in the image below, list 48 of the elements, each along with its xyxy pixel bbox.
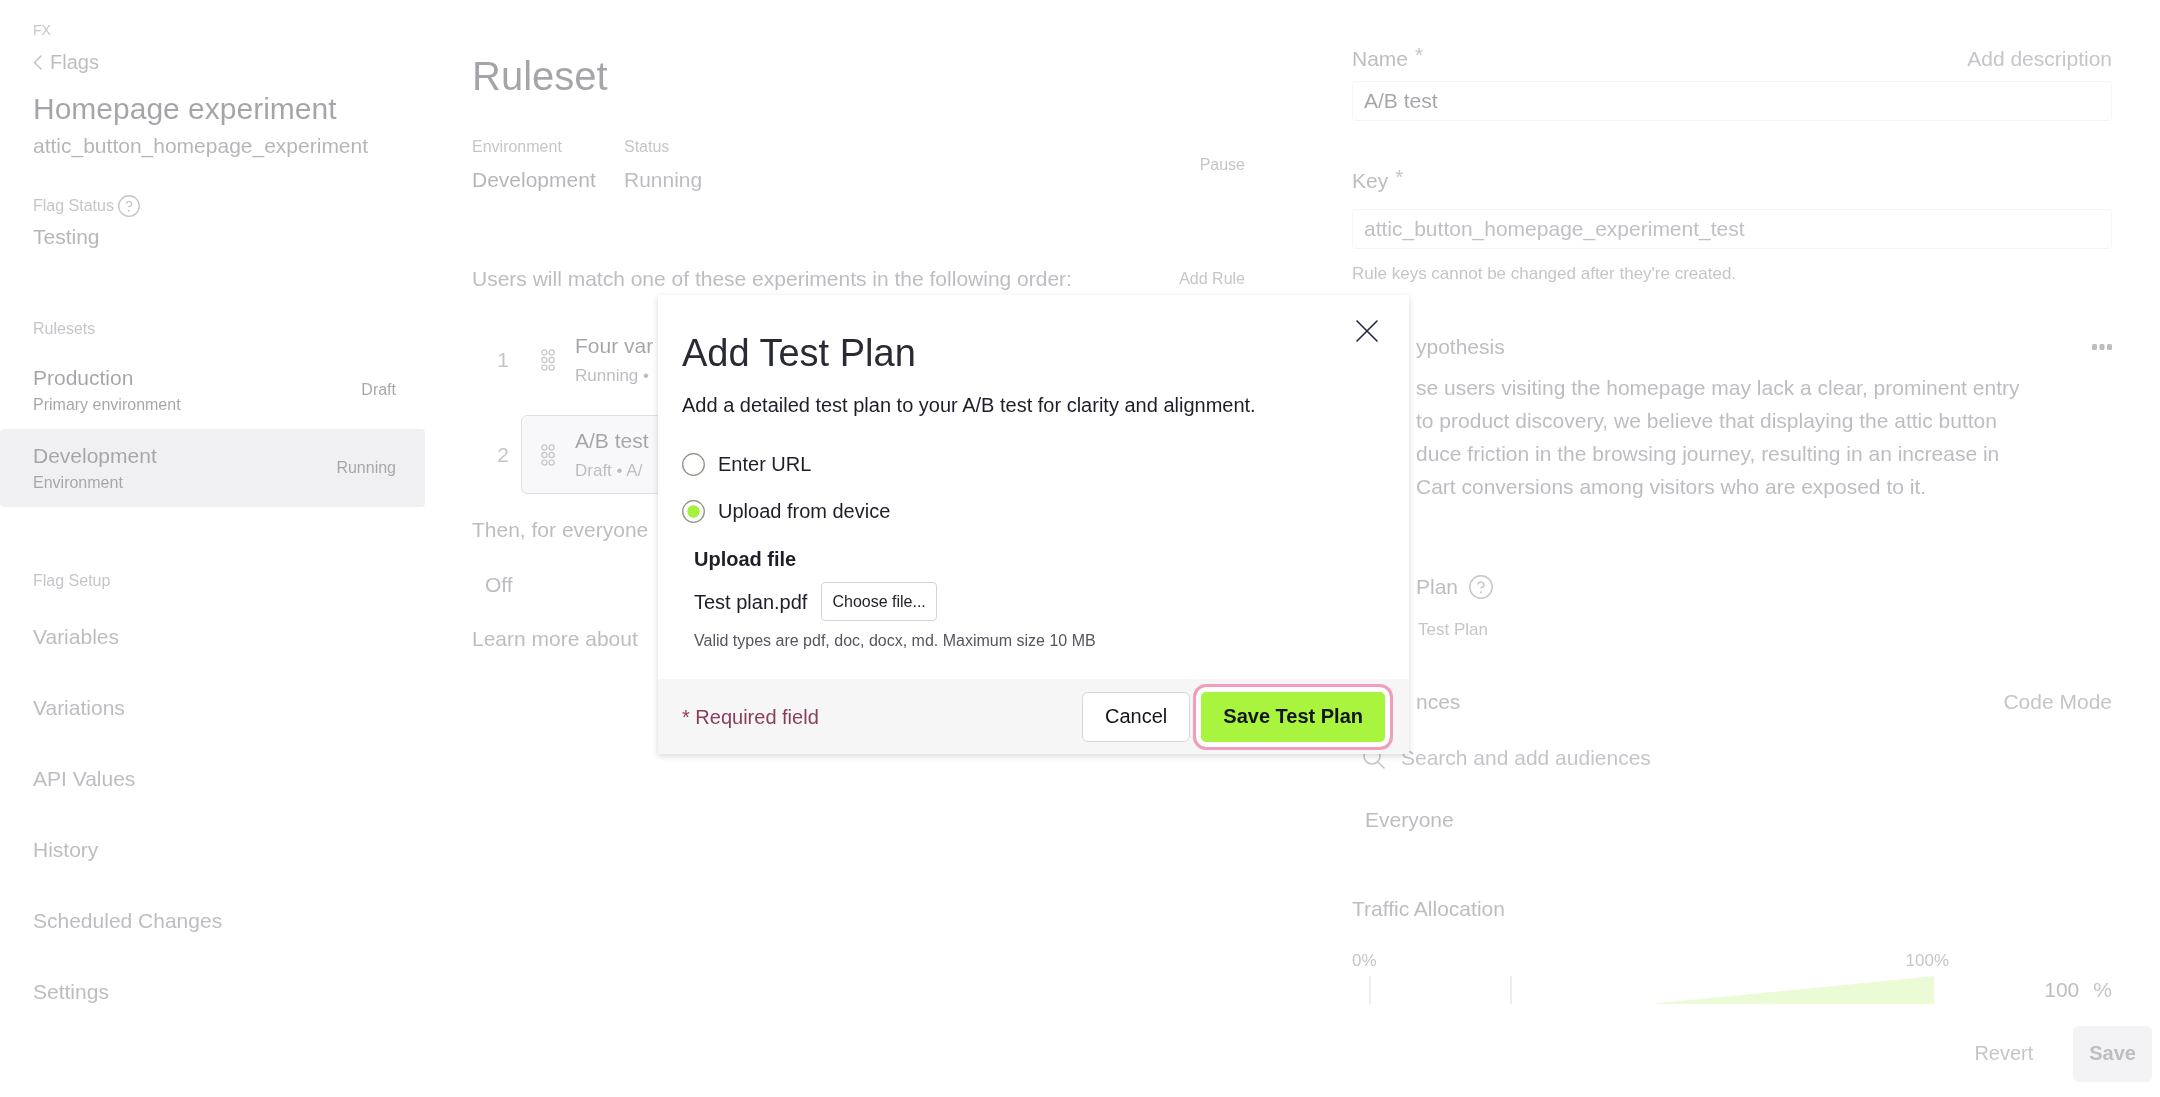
key-hint: Rule keys cannot be changed after they're created.: [1352, 263, 1737, 285]
environment-label: Environment: [472, 137, 562, 157]
upload-hint: Valid types are pdf, doc, docx, md. Maximum size 10 MB: [694, 631, 1096, 651]
field-label: ypothesis: [1416, 334, 1505, 360]
required-mark: *: [1415, 45, 1424, 65]
field-label: Name: [1352, 46, 1409, 72]
ruleset-status: Running: [336, 458, 396, 478]
rule-number: 2: [496, 441, 510, 468]
rule-name: Four var: [575, 332, 654, 359]
scale-label: 0%: [1352, 950, 1377, 972]
ruleset-description: Primary environment: [33, 395, 181, 415]
status-label: Status: [624, 137, 670, 157]
flag-title: Homepage experiment: [33, 91, 337, 127]
ruleset-status: Draft: [361, 380, 396, 400]
order-text: Users will match one of these experiments in the following order:: [472, 266, 1072, 292]
product-label: FX: [33, 21, 51, 40]
upload-label: Upload file: [694, 547, 797, 572]
required-note: * Required field: [682, 704, 819, 730]
field-label: Plan: [1416, 574, 1459, 600]
percent-unit: %: [2093, 977, 2112, 1003]
required-mark: *: [1395, 167, 1404, 187]
rule-number: 1: [496, 346, 510, 373]
field-label: nces: [1416, 689, 1461, 715]
flag-status-label: Flag Status: [33, 196, 114, 216]
rule-meta: Running •: [575, 364, 649, 387]
rule-meta: Draft • A/: [575, 459, 643, 482]
fallback-value: Off: [485, 572, 513, 598]
flag-key: attic_button_homepage_experiment: [33, 132, 369, 160]
dialog-title: Add Test Plan: [682, 331, 916, 375]
file-name: Test plan.pdf: [694, 589, 808, 615]
flag-status-value: Testing: [33, 224, 100, 250]
section-heading: Flag Setup: [33, 571, 111, 591]
ruleset-description: Environment: [33, 473, 123, 493]
field-label: Traffic Allocation: [1352, 896, 1505, 922]
section-heading: Rulesets: [33, 319, 96, 339]
ruleset-name: Production: [33, 365, 134, 391]
learn-more-text: Learn more about: [472, 626, 638, 652]
scale-label: 100%: [1905, 950, 1949, 972]
environment-value: Development: [472, 167, 596, 193]
dialog-description: Add a detailed test plan to your A/B test for clarity and alignment.: [682, 393, 1256, 418]
fallback-text: Then, for everyone: [472, 517, 649, 543]
field-label: Key: [1352, 168, 1389, 194]
audience-item: Everyone: [1365, 807, 1454, 833]
status-value: Running: [624, 167, 703, 193]
rule-name: A/B test: [575, 427, 649, 454]
page-title: Ruleset: [472, 53, 608, 100]
hypothesis-text: se users visiting the homepage may lack a clear, prominent entry to product discovery, we believe that displaying the attic button duce friction in the browsing journey, resulting in an increase in Cart conversions among visitors who are exposed to it.: [1416, 375, 2020, 500]
ruleset-name: Development: [33, 443, 157, 469]
